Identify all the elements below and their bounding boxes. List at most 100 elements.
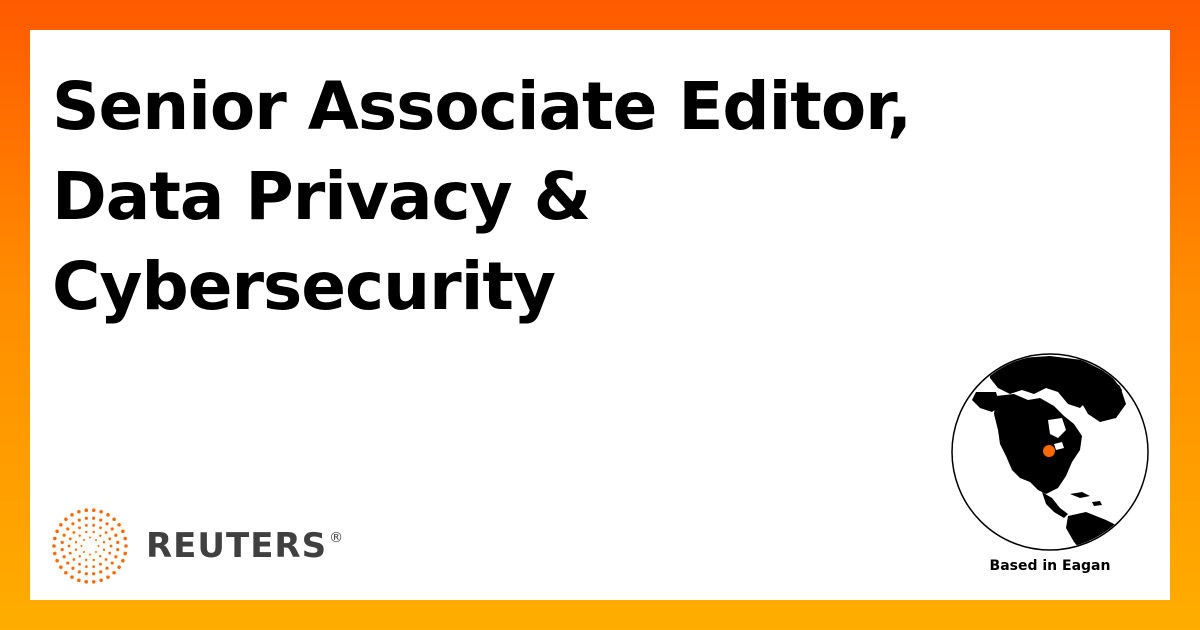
logo-dot [116, 548, 120, 552]
registered-mark: ® [329, 530, 345, 546]
logo-dot [121, 529, 125, 534]
logo-dot [89, 553, 91, 556]
logo-dot [60, 540, 64, 544]
logo-dot [116, 540, 120, 544]
logo-dot [91, 580, 96, 584]
logo-dot [80, 545, 83, 547]
reuters-dot-logo-icon [52, 508, 128, 584]
logo-dot [66, 561, 70, 565]
logo-dot [95, 538, 98, 541]
logo-dot [92, 523, 96, 527]
logo-dot [60, 548, 64, 552]
logo-dot [72, 531, 76, 534]
job-card: Senior Associate Editor, Data Privacy & … [30, 30, 1170, 600]
logo-dot [99, 578, 103, 583]
logo-dot [78, 562, 81, 566]
globe-icon [951, 353, 1149, 551]
logo-dot [85, 558, 88, 562]
logo-dot [105, 566, 109, 570]
logo-dot [59, 523, 63, 527]
logo-dot [71, 566, 75, 570]
logo-dot [64, 517, 68, 522]
logo-dot [95, 551, 98, 554]
job-title: Senior Associate Editor, Data Privacy & … [52, 62, 952, 332]
logo-dot [91, 508, 96, 512]
reuters-wordmark: REUTERS ® [146, 526, 344, 566]
logo-dot [108, 551, 112, 555]
logo-dot [78, 526, 81, 530]
logo-dot [84, 572, 88, 576]
logo-dot [89, 536, 91, 539]
logo-dot [123, 551, 128, 556]
logo-dot [52, 551, 57, 556]
logo-dot [84, 508, 89, 512]
logo-dot [105, 522, 109, 526]
logo-dot [92, 530, 95, 534]
logo-dot [59, 565, 63, 569]
logo-dot [68, 551, 72, 555]
logo-dot [84, 580, 89, 584]
logo-dot [62, 555, 66, 559]
job-title-line-3: Cybersecurity [52, 248, 556, 325]
logo-dot [99, 555, 102, 558]
job-title-line-2: Data Privacy & [52, 158, 591, 235]
logo-dot [52, 536, 57, 541]
logo-dot [77, 570, 81, 574]
logo-dot [123, 536, 128, 541]
logo-dot [67, 544, 71, 548]
logo-dot [99, 562, 102, 566]
logo-dot [99, 570, 103, 574]
logo-dot [74, 548, 78, 551]
logo-dot [102, 548, 106, 551]
logo-dot [78, 534, 81, 537]
logo-dot [66, 527, 70, 531]
job-title-line-1: Senior Associate Editor, [52, 68, 912, 145]
location-caption: Based in Eagan [989, 558, 1111, 574]
logo-dot [70, 575, 74, 579]
logo-dot [77, 518, 81, 522]
logo-dot [99, 526, 102, 530]
logo-dot [84, 523, 88, 527]
logo-dot [85, 530, 88, 534]
location-globe [950, 352, 1150, 552]
logo-dot [99, 534, 102, 537]
logo-dot [97, 545, 100, 547]
logo-dot [55, 558, 59, 563]
logo-dot [74, 541, 78, 544]
logo-dot [84, 516, 88, 520]
logo-dot [108, 537, 112, 541]
reuters-logo: REUTERS ® [50, 506, 344, 586]
logo-dot [124, 544, 128, 548]
logo-dot [52, 544, 56, 548]
logo-dot [78, 555, 81, 558]
logo-dot [71, 522, 75, 526]
logo-dot [112, 517, 116, 522]
logo-dot [104, 558, 108, 561]
logo-dot [109, 544, 113, 548]
logo-dot [110, 527, 114, 531]
logo-dot [72, 558, 76, 561]
logo-dot [55, 529, 59, 534]
reuters-wordmark-text: REUTERS [146, 526, 328, 566]
logo-dot [106, 513, 110, 517]
logo-dot [82, 551, 85, 554]
logo-dot [92, 558, 95, 562]
logo-dot [114, 555, 118, 559]
logo-dot [77, 578, 81, 583]
logo-dot [77, 509, 81, 514]
logo-dot [92, 572, 96, 576]
logo-dot [117, 523, 121, 527]
logo-dot [68, 537, 72, 541]
logo-dot [92, 565, 96, 569]
logo-dot [104, 531, 108, 534]
logo-dot [106, 575, 110, 579]
logo-dot [121, 558, 125, 563]
logo-dot [70, 513, 74, 517]
logo-dot [92, 516, 96, 520]
logo-dot [117, 565, 121, 569]
logo-dot [62, 533, 66, 537]
logo-dot [99, 518, 103, 522]
logo-dot [64, 570, 68, 575]
logo-dot [110, 561, 114, 565]
logo-dot [114, 533, 118, 537]
